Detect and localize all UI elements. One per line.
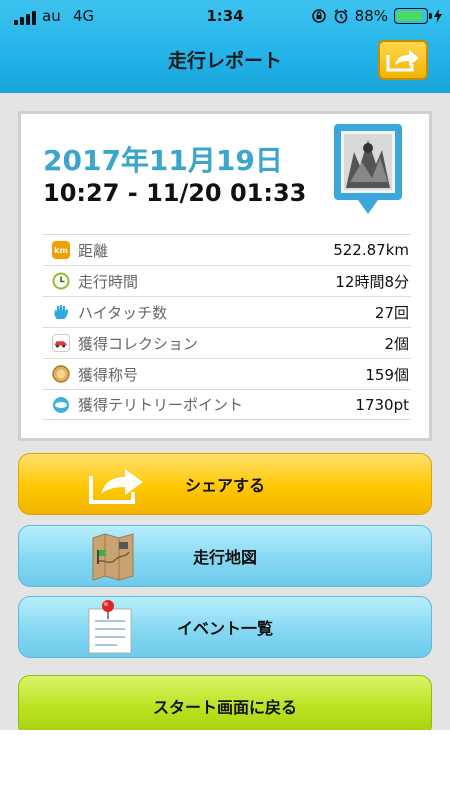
content-area: 2017年11月19日 10:27 - 11/20 01:33 km 距離 52…	[0, 93, 450, 737]
stat-label: 獲得コレクション	[78, 334, 199, 353]
stat-label: 獲得テリトリーポイント	[78, 396, 244, 414]
stat-value: 12時間8分	[335, 272, 409, 291]
stat-row-drive-time: 走行時間 12時間8分	[43, 265, 411, 296]
battery-percent: 88%	[354, 7, 388, 25]
photo-pin-icon[interactable]	[332, 122, 404, 222]
medal-icon	[52, 365, 70, 383]
stat-label: 距離	[78, 241, 109, 260]
stat-value: 27回	[374, 303, 409, 322]
stat-value: 159個	[365, 365, 409, 384]
stat-row-collection: 獲得コレクション 2個	[43, 327, 411, 358]
spot-icon	[53, 396, 69, 413]
battery-icon	[394, 8, 432, 24]
map-icon	[92, 533, 134, 581]
stat-label: 獲得称号	[78, 365, 139, 384]
clock-icon	[52, 272, 70, 290]
memo-pin-icon	[88, 600, 132, 654]
stat-value: 1730pt	[355, 395, 409, 414]
status-right: 88%	[311, 7, 442, 25]
charging-icon	[434, 9, 442, 23]
drive-map-button[interactable]: 走行地図	[18, 525, 432, 587]
stat-row-hightouch: ハイタッチ数 27回	[43, 296, 411, 327]
event-list-button-label: イベント一覧	[176, 619, 273, 638]
report-card: 2017年11月19日 10:27 - 11/20 01:33 km 距離 52…	[18, 111, 432, 441]
car-icon	[52, 334, 70, 352]
report-date: 2017年11月19日	[43, 144, 283, 177]
stats-list: km 距離 522.87km 走行時間 12時間8分 ハイタッチ数 27回 獲得…	[43, 234, 411, 420]
stat-value: 2個	[384, 334, 409, 353]
share-top-button[interactable]	[378, 40, 428, 80]
header: au 4G 1:34 88% 走行レポート	[0, 0, 450, 93]
report-time-range: 10:27 - 11/20 01:33	[43, 179, 307, 207]
hand-icon	[54, 305, 68, 319]
back-to-start-button[interactable]: スタート画面に戻る	[18, 675, 432, 737]
share-arrow-icon	[89, 469, 143, 504]
stat-value: 522.87km	[333, 241, 409, 259]
share-button[interactable]: シェアする	[18, 453, 432, 515]
app: au 4G 1:34 88% 走行レポート 2017年11月19日 10:27 …	[0, 0, 450, 800]
share-arrow-icon	[386, 50, 419, 72]
event-list-button[interactable]: イベント一覧	[18, 596, 432, 658]
alarm-icon	[334, 9, 348, 24]
stat-label: ハイタッチ数	[78, 303, 168, 322]
rotation-lock-icon	[311, 9, 326, 23]
stat-row-titles: 獲得称号 159個	[43, 358, 411, 389]
drive-map-button-label: 走行地図	[192, 548, 257, 567]
share-button-label: シェアする	[184, 476, 265, 495]
status-bar: au 4G 1:34 88%	[0, 0, 450, 34]
stat-label: 走行時間	[78, 272, 139, 291]
stat-row-territory: 獲得テリトリーポイント 1730pt	[43, 389, 411, 420]
km-icon: km	[52, 241, 70, 259]
stat-row-distance: km 距離 522.87km	[43, 234, 411, 265]
bottom-blank-area	[0, 730, 450, 800]
back-to-start-button-label: スタート画面に戻る	[152, 698, 297, 717]
